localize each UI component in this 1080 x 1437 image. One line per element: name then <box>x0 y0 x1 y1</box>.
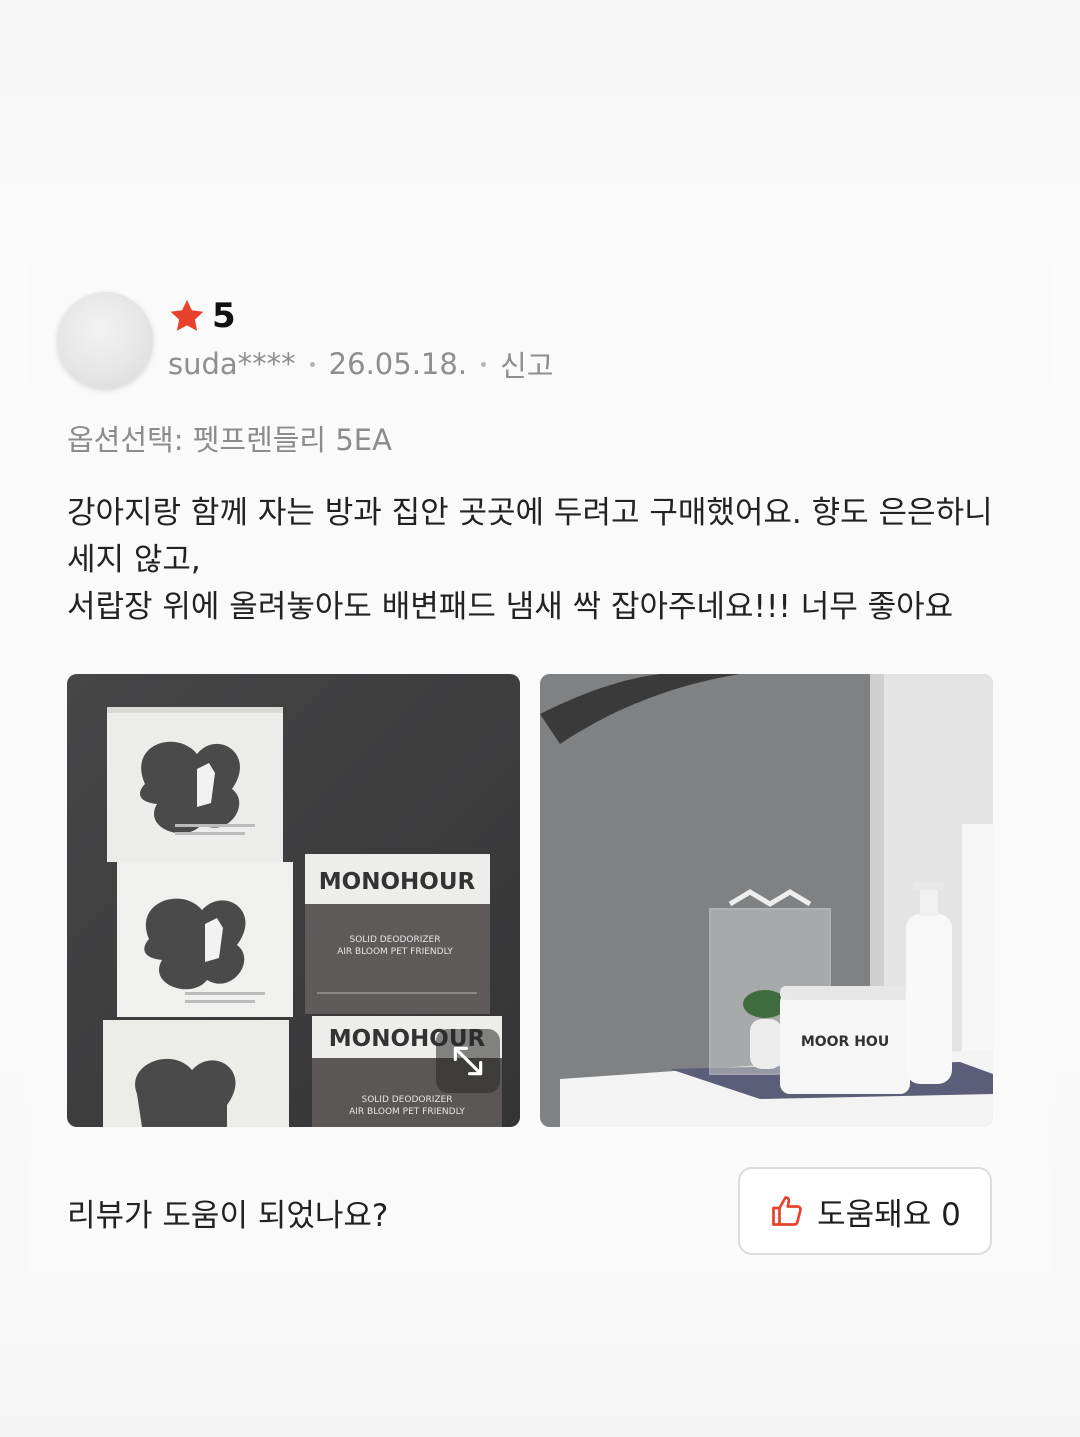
product-on-shelf-image: MOOR HOU <box>540 674 993 1127</box>
review-body-line: 세지 않고, <box>67 542 201 578</box>
review-body-line: 강아지랑 함께 자는 방과 집안 곳곳에 두려고 구매했어요. 향도 은은하니 <box>67 495 993 531</box>
subtitle-label: AIR BLOOM PET FRIENDLY <box>349 1107 465 1117</box>
subtitle-label: SOLID DEODORIZER <box>350 935 441 945</box>
subtitle-label: AIR BLOOM PET FRIENDLY <box>337 947 453 957</box>
option-selection: 옵션선택: 펫프렌들리 5EA <box>67 423 392 457</box>
star-icon <box>170 299 204 331</box>
helpful-button-label: 도움돼요 0 <box>817 1196 961 1233</box>
rating: 5 <box>168 294 236 338</box>
expand-icon[interactable] <box>436 1029 500 1093</box>
helpful-question: 리뷰가 도움이 되었나요? <box>67 1198 389 1234</box>
report-link[interactable]: 신고 <box>500 343 553 385</box>
rating-value: 5 <box>212 296 236 336</box>
jar-label: MOOR HOU <box>801 1034 889 1050</box>
thumbs-up-icon <box>772 1196 802 1226</box>
review-body-line: 서랍장 위에 올려놓아도 배변패드 냄새 싹 잡아주네요!!! 너무 좋아요 <box>67 589 954 625</box>
avatar <box>57 292 153 388</box>
review-body: 강아지랑 함께 자는 방과 집안 곳곳에 두려고 구매했어요. 향도 은은하니 … <box>67 490 1027 631</box>
author-name: suda**** <box>168 347 296 381</box>
separator-dot <box>481 361 487 367</box>
product-boxes-photo[interactable]: MONOHOUR SOLID DEODORIZER AIR BLOOM PET … <box>67 674 520 1127</box>
subtitle-label: SOLID DEODORIZER <box>362 1095 453 1105</box>
review-page: 5 suda**** 26.05.18. 신고 옵션선택: 펫프렌들리 5EA … <box>0 0 1080 1437</box>
separator-dot <box>309 361 315 367</box>
product-on-shelf-photo[interactable]: MOOR HOU <box>540 674 993 1127</box>
brand-label: MONOHOUR <box>319 869 476 895</box>
helpful-button[interactable]: 도움돼요 0 <box>738 1167 992 1255</box>
review-meta: suda**** 26.05.18. 신고 <box>168 344 553 384</box>
review-date: 26.05.18. <box>328 347 468 381</box>
